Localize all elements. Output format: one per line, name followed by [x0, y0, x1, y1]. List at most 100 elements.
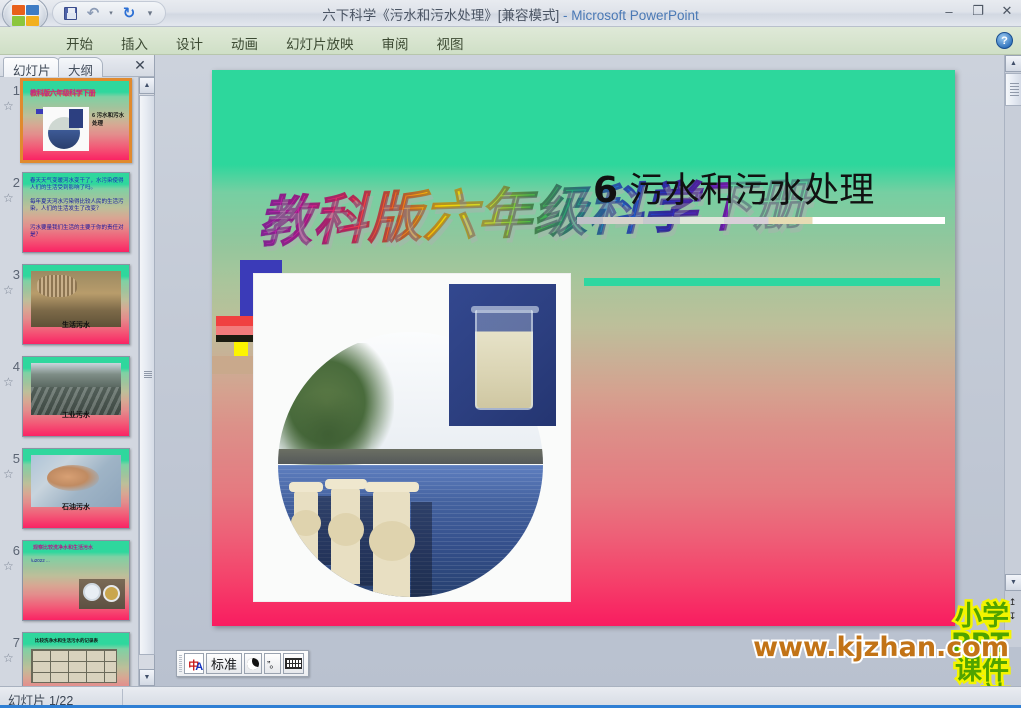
thumbnail-caption: 石油污水	[62, 504, 90, 511]
thumbnail-caption: 比较洗净水和生活污水的记录表	[35, 638, 98, 643]
punctuation-toggle-icon[interactable]: ”。	[264, 653, 282, 674]
thumbnail-number: 4	[12, 359, 20, 374]
scrollbar-grip-icon	[144, 371, 152, 379]
slide-thumbnail-2[interactable]: 春天天气变暖河水变干了，水污染使得人们的生活受到影响了吗。 每年夏天河水污染得比…	[22, 172, 130, 253]
ribbon-tabs: 开始 插入 设计 动画 幻灯片放映 审阅 视图	[52, 29, 478, 57]
thumbnail-title: 教科版六年级科学下册	[30, 90, 96, 97]
thumbnail-number: 1	[12, 83, 20, 98]
slides-pane-scrollbar[interactable]: ▲ ▼	[138, 77, 155, 686]
office-logo-icon	[12, 5, 39, 26]
slide-thumbnail-6[interactable]: 观察比较洗净水和生活污水 \u2022 ...	[22, 540, 130, 621]
help-icon[interactable]: ?	[996, 32, 1013, 49]
list-item[interactable]: 5 ☆ 石油污水	[0, 445, 139, 537]
close-pane-button[interactable]: ✕	[132, 57, 148, 74]
close-button[interactable]: ✕	[997, 2, 1017, 20]
thumbnail-number: 5	[12, 451, 20, 466]
thumbnail-oil-slick	[47, 465, 99, 491]
status-bar: 幻灯片 1/22	[0, 686, 1021, 708]
ime-mode-button[interactable]: 标准	[206, 653, 242, 674]
tab-home[interactable]: 开始	[52, 29, 107, 57]
slide-scroll-down-button[interactable]: ▼	[1005, 574, 1021, 591]
scrollbar-thumb[interactable]	[139, 95, 155, 655]
list-item[interactable]: 2 ☆ 春天天气变暖河水变干了，水污染使得人们的生活受到影响了吗。 每年夏天河水…	[0, 169, 139, 261]
tab-review[interactable]: 审阅	[368, 29, 423, 57]
slide-thumbnail-5[interactable]: 石油污水	[22, 448, 130, 529]
slides-pane-tabs: 幻灯片 大纲 ✕	[0, 55, 154, 78]
scrollbar-grip-icon	[1010, 83, 1019, 96]
thumbnail-deco-blue	[36, 109, 43, 114]
thumbnail-text-line-3: 污水要量我们生活的主要于你的责任对是？	[30, 225, 124, 238]
slide-scrollbar[interactable]: ▲ ▼ ↥ ↧	[1004, 55, 1021, 647]
redo-button[interactable]: ↻	[118, 3, 140, 23]
thumbnail-text-line-2: 每年夏天河水污染得比较人民的生活污染，人们的生活发生了改变？	[30, 199, 124, 212]
star-icon: ☆	[3, 99, 14, 113]
soft-keyboard-icon[interactable]	[283, 653, 304, 674]
slide-thumbnail-1[interactable]: 教科版六年级科学下册 6 污水和污水处理	[20, 78, 132, 163]
ime-language-bar[interactable]: 中 A 标准 ”。	[176, 650, 309, 677]
thumbnail-number: 6	[12, 543, 20, 558]
thumbnail-caption: 工业污水	[62, 412, 90, 419]
thumbnail-caption: 6 污水和污水处理	[92, 113, 125, 127]
minimize-button[interactable]: –	[939, 2, 959, 20]
list-item[interactable]: 6 ☆ 观察比较洗净水和生活污水 \u2022 ...	[0, 537, 139, 629]
window-title-app: - Microsoft PowerPoint	[559, 8, 699, 23]
slide-thumbnail-4[interactable]: 工业污水	[22, 356, 130, 437]
chevron-down-icon: ▾	[109, 10, 113, 17]
slides-pane: 幻灯片 大纲 ✕ 1 ☆ 教科版六年级科学下册 6 污水和污水处理 2 ☆ 春天…	[0, 55, 155, 686]
tab-slideshow[interactable]: 幻灯片放映	[272, 29, 368, 57]
ime-drag-handle[interactable]	[179, 654, 183, 673]
slide-scroll-up-button[interactable]: ▲	[1005, 55, 1021, 72]
photo-far-shore	[278, 448, 543, 465]
decoration-yellow-block	[234, 342, 248, 356]
restore-button[interactable]: ❐	[968, 2, 988, 20]
list-item[interactable]: 1 ☆ 教科版六年级科学下册 6 污水和污水处理	[0, 77, 139, 169]
tab-design[interactable]: 设计	[162, 29, 217, 57]
undo-button[interactable]: ↶	[82, 3, 104, 23]
list-item[interactable]: 7 ☆ 比较洗净水和生活污水的记录表	[0, 629, 139, 686]
tab-slides[interactable]: 幻灯片	[3, 57, 61, 78]
quick-access-toolbar: ↶ ▾ ↻ ▾	[52, 1, 166, 25]
tab-animations[interactable]: 动画	[217, 29, 272, 57]
title-bar: ↶ ▾ ↻ ▾ 六下科学《污水和污水处理》[兼容模式] - Microsoft …	[0, 0, 1021, 32]
baluster-shadow	[410, 501, 432, 597]
beaker-glass	[475, 310, 533, 410]
stone-baluster	[365, 482, 419, 597]
star-icon: ☆	[3, 375, 14, 389]
slide-scrollbar-thumb[interactable]	[1005, 73, 1021, 106]
slide-thumbnail-7[interactable]: 比较洗净水和生活污水的记录表	[22, 632, 130, 686]
list-item[interactable]: 4 ☆ 工业污水	[0, 353, 139, 445]
stone-baluster	[324, 479, 367, 584]
watermark-line-2-fill: www.kjzhan.com	[753, 632, 1009, 663]
tab-outline[interactable]: 大纲	[58, 57, 104, 78]
teal-accent-bar	[584, 278, 940, 286]
save-button[interactable]	[59, 3, 81, 23]
slide-thumbnail-list[interactable]: 1 ☆ 教科版六年级科学下册 6 污水和污水处理 2 ☆ 春天天气变暖河水变干了…	[0, 77, 139, 686]
undo-dropdown-button[interactable]: ▾	[105, 3, 117, 23]
list-item[interactable]: 3 ☆ 生活污水	[0, 261, 139, 353]
scroll-down-button[interactable]: ▼	[139, 669, 155, 686]
ime-en-glyph: A	[195, 661, 204, 673]
slide-thumbnail-3[interactable]: 生活污水	[22, 264, 130, 345]
tab-insert[interactable]: 插入	[107, 29, 162, 57]
slide-heading[interactable]: 6 污水和污水处理	[593, 162, 943, 213]
star-icon: ☆	[3, 651, 14, 665]
tab-view[interactable]: 视图	[423, 29, 478, 57]
photo-panel[interactable]	[253, 273, 571, 602]
stone-baluster	[288, 481, 323, 566]
customize-icon: ▾	[147, 7, 153, 18]
save-icon	[63, 6, 77, 20]
thumbnail-number: 2	[12, 175, 20, 190]
customize-quick-access-button[interactable]: ▾	[141, 3, 159, 23]
ribbon-tab-bar: 开始 插入 设计 动画 幻灯片放映 审阅 视图 ?	[0, 27, 1021, 55]
slide-editing-area: 教科版六年级科学下册 6 污水和污水处理 中 A 标准 ”。 ▲ ▼ ↥ ↧ 小…	[155, 55, 1021, 708]
undo-icon: ↶	[86, 5, 100, 22]
chinese-english-toggle-icon[interactable]: 中 A	[184, 653, 204, 674]
slide-heading-text: 污水和污水处理	[629, 171, 875, 211]
current-slide[interactable]: 教科版六年级科学下册 6 污水和污水处理	[212, 70, 955, 626]
thumbnail-cup-dirty	[103, 585, 120, 602]
thumbnail-caption: 生活污水	[62, 322, 90, 329]
star-icon: ☆	[3, 467, 14, 481]
half-moon-icon[interactable]	[243, 653, 263, 674]
window-controls: – ❐ ✕	[939, 2, 1017, 20]
scroll-up-button[interactable]: ▲	[139, 77, 155, 94]
